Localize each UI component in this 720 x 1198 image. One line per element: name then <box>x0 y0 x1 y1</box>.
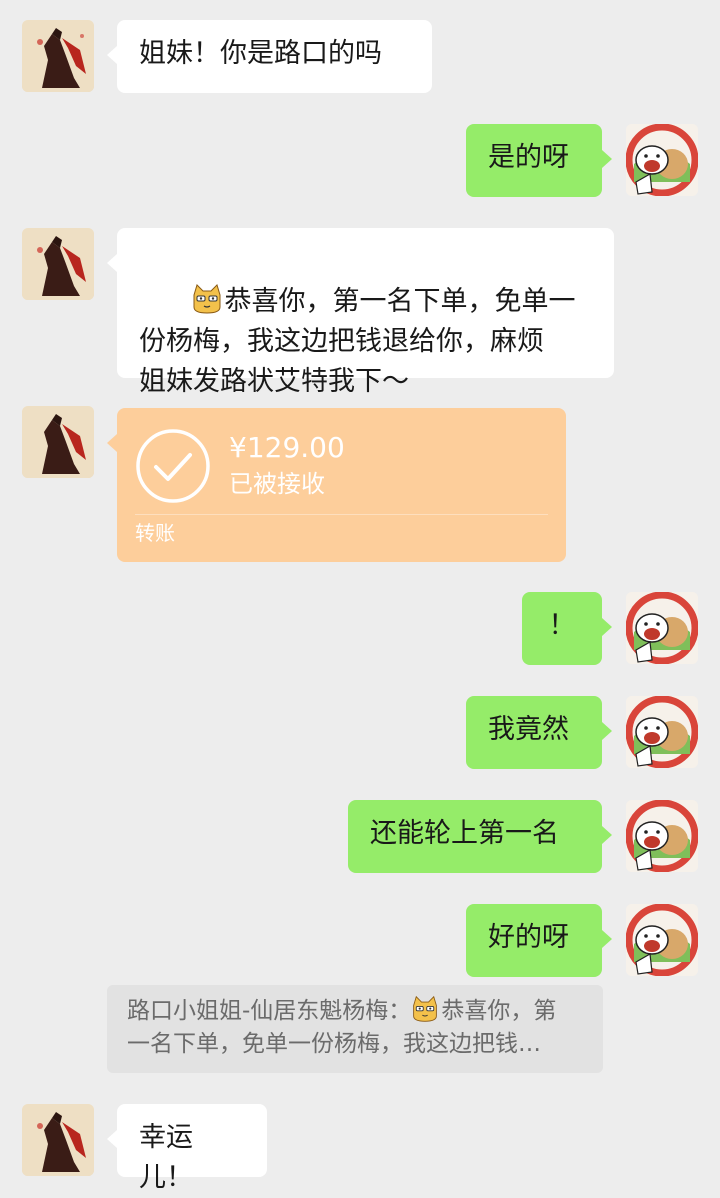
cat-emoji-icon <box>413 995 438 1022</box>
message-row: 还能轮上第一名 <box>0 800 720 876</box>
message-row: ¥129.00 已被接收 转账 <box>0 406 720 562</box>
my-avatar[interactable] <box>626 124 698 196</box>
message-bubble[interactable]: 好的呀 <box>466 904 612 977</box>
message-row: 好的呀 <box>0 904 720 980</box>
transfer-status: 已被接收 <box>229 470 325 498</box>
my-avatar[interactable] <box>626 592 698 664</box>
check-circle-icon <box>136 429 210 503</box>
transfer-divider <box>135 514 548 515</box>
chat-area[interactable]: 姐妹！你是路口的吗 是的呀 恭喜你，第一名下单，免单一 份杨梅，我这边把钱退给你… <box>0 0 720 1193</box>
message-row: 恭喜你，第一名下单，免单一 份杨梅，我这边把钱退给你，麻烦 姐妹发路状艾特我下～ <box>0 228 720 397</box>
message-bubble[interactable]: ！ <box>522 592 612 665</box>
transfer-card[interactable]: ¥129.00 已被接收 转账 <box>107 408 566 562</box>
message-row: 幸运儿！ <box>0 1104 720 1193</box>
transfer-label: 转账 <box>135 521 175 545</box>
message-bubble[interactable]: 恭喜你，第一名下单，免单一 份杨梅，我这边把钱退给你，麻烦 姐妹发路状艾特我下～ <box>107 228 614 397</box>
quote-line-2: 一名下单，免单一份杨梅，我这边把钱… <box>127 1031 541 1057</box>
message-row: 姐妹！你是路口的吗 <box>0 20 720 96</box>
contact-avatar[interactable] <box>22 1104 94 1176</box>
message-row: 我竟然 <box>0 696 720 772</box>
message-bubble[interactable]: 是的呀 <box>466 124 612 197</box>
cat-emoji-icon <box>193 284 220 314</box>
quoted-message[interactable]: 路口小姐姐-仙居东魁杨梅： 恭喜你，第 一名下单，免单一份杨梅，我这边把钱… <box>107 985 603 1073</box>
message-bubble[interactable]: 我竟然 <box>466 696 612 769</box>
my-avatar[interactable] <box>626 904 698 976</box>
contact-avatar[interactable] <box>22 20 94 92</box>
contact-avatar[interactable] <box>22 228 94 300</box>
transfer-amount: ¥129.00 <box>229 431 345 464</box>
message-row: ！ <box>0 592 720 668</box>
contact-avatar[interactable] <box>22 406 94 478</box>
quote-text-start: 恭喜你，第 <box>441 998 557 1024</box>
message-row: 是的呀 <box>0 124 720 200</box>
quote-sender: 路口小姐姐-仙居东魁杨梅： <box>127 998 412 1024</box>
my-avatar[interactable] <box>626 800 698 872</box>
my-avatar[interactable] <box>626 696 698 768</box>
message-bubble[interactable]: 姐妹！你是路口的吗 <box>107 20 432 93</box>
message-bubble[interactable]: 还能轮上第一名 <box>348 800 612 873</box>
message-bubble[interactable]: 幸运儿！ <box>107 1104 267 1193</box>
quote-line-1: 路口小姐姐-仙居东魁杨梅： 恭喜你，第 <box>127 995 583 1028</box>
